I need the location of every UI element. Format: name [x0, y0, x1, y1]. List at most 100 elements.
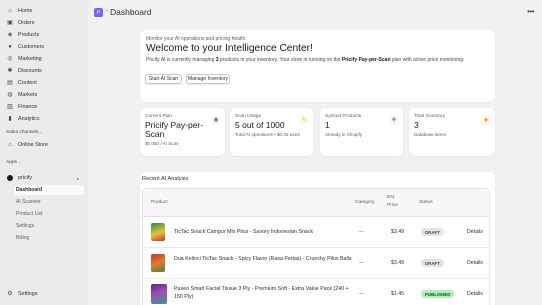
desc-prefix: Pricify AI is currently managing	[146, 57, 216, 63]
nav-label: Online Store	[18, 142, 48, 148]
nav-finance[interactable]: ▥ Finance	[4, 102, 84, 112]
stat-value: Pricify Pay-per-Scan	[145, 120, 204, 139]
nav-products[interactable]: ◈ Products	[4, 30, 84, 40]
app-badge-icon: P	[94, 8, 103, 17]
details-link[interactable]: Details	[467, 291, 483, 297]
nav-label: Settings	[18, 291, 38, 297]
product-category: —	[359, 260, 364, 266]
target-icon: ◎	[7, 56, 13, 62]
manage-inventory-button[interactable]: Manage Inventory	[186, 74, 230, 84]
table-row[interactable]: Dua Kelinci TicTac Snack - Spicy Flavor …	[143, 248, 489, 279]
nav-label: Products	[18, 32, 40, 38]
details-link[interactable]: Details	[467, 260, 483, 266]
lightning-icon: ϟ	[300, 116, 308, 124]
table-header: Product Category Est. Price Status	[143, 189, 489, 217]
nav-content[interactable]: ▤ Content	[4, 78, 84, 88]
pin-icon[interactable]: ▸	[77, 176, 79, 181]
nav-label: Home	[18, 8, 33, 14]
stat-note: Database items	[414, 132, 446, 137]
stat-label: Scan Usage	[235, 114, 262, 119]
nav-label: Markets	[18, 92, 38, 98]
nav-online-store[interactable]: ⌂ Online Store	[4, 140, 84, 150]
nav-label: Marketing	[18, 56, 42, 62]
nav-label: Orders	[18, 20, 35, 26]
nav-label: Finance	[18, 104, 38, 110]
app-icon	[7, 175, 13, 181]
nav-app-pricify[interactable]: pricify ▸	[4, 173, 84, 183]
apps-label: Apps	[6, 160, 17, 165]
nav-customers[interactable]: ● Customers	[4, 42, 84, 52]
welcome-subtitle: Monitor your AI operations and pricing h…	[146, 36, 247, 42]
plan-icon: ◉	[212, 116, 220, 124]
sales-channels-heading[interactable]: Sales channels ›	[6, 130, 42, 135]
chevron-right-icon: ›	[40, 130, 42, 135]
recent-analysis-card: Recent AI Analysis Product Category Est.…	[140, 172, 495, 305]
breadcrumb-chevron-icon: ›	[106, 8, 108, 14]
home-icon: ⌂	[8, 8, 12, 14]
product-thumbnail	[151, 254, 165, 272]
discount-icon: ✱	[7, 68, 13, 74]
desc-mid: products in your inventory. Your store i…	[218, 57, 342, 63]
nav-label: Content	[18, 80, 37, 86]
stat-note: Total AI operations • $0.25 used	[235, 132, 300, 137]
nav-label: Analytics	[18, 116, 40, 122]
details-link[interactable]: Details	[467, 229, 483, 235]
nav-analytics[interactable]: ▮ Analytics	[4, 114, 84, 124]
col-est-price-line2: Price	[387, 203, 398, 208]
stat-value: 3	[414, 120, 419, 130]
sub-item-billing[interactable]: Billing	[14, 233, 84, 243]
start-ai-scan-button[interactable]: Start AI Scan	[145, 74, 182, 84]
puzzle-icon: ✚	[390, 116, 398, 124]
product-name: Paseo Smart Facial Tissue 3 Ply - Premiu…	[174, 286, 349, 300]
desc-plan: Pricify Pay-per-Scan	[341, 57, 391, 63]
stat-note: Already in Shopify	[325, 132, 363, 137]
main-content: P › Dashboard ••• Monitor your AI operat…	[88, 0, 542, 305]
stat-synced-products: Synced Products 1 Already in Shopify ✚	[320, 108, 403, 156]
sub-item-dashboard[interactable]: Dashboard	[14, 185, 84, 195]
page-title: Dashboard	[110, 7, 152, 17]
stat-total-inventory: Total Inventory 3 Database items ◆	[409, 108, 495, 156]
table-row[interactable]: TicTac Snack Campur Mix Pilus - Savory I…	[143, 217, 489, 248]
sub-item-product-list[interactable]: Product List	[14, 209, 84, 219]
bank-icon: ▥	[7, 104, 13, 110]
product-price: $3.49	[391, 229, 404, 235]
col-category: Category	[355, 200, 375, 205]
sub-item-settings[interactable]: Settings	[14, 221, 84, 231]
analysis-table: Product Category Est. Price Status TicTa…	[142, 188, 490, 305]
gear-icon: ⚙	[7, 291, 13, 297]
nav-label: Customers	[18, 44, 45, 50]
col-product: Product	[151, 200, 168, 205]
product-price: $3.49	[391, 260, 404, 266]
tag-icon: ◆	[482, 116, 490, 124]
chevron-right-icon: ›	[18, 160, 21, 165]
stat-label: Current Plan	[145, 114, 172, 119]
recent-analysis-title: Recent AI Analysis	[142, 176, 189, 182]
status-badge: DRAFT	[421, 259, 444, 267]
welcome-headline: Welcome to your Intelligence Center!	[146, 43, 313, 54]
nav-label: Discounts	[18, 68, 42, 74]
stat-current-plan: Current Plan Pricify Pay-per-Scan $0.050…	[140, 108, 225, 156]
nav-markets[interactable]: ◍ Markets	[4, 90, 84, 100]
status-badge: DRAFT	[421, 228, 444, 236]
product-category: —	[359, 291, 364, 297]
table-row[interactable]: Paseo Smart Facial Tissue 3 Ply - Premiu…	[143, 279, 489, 305]
nav-discounts[interactable]: ✱ Discounts	[4, 66, 84, 76]
sub-item-ai-scanner[interactable]: AI Scanner	[14, 197, 84, 207]
welcome-card: Monitor your AI operations and pricing h…	[140, 30, 495, 102]
stat-value: 1	[325, 120, 330, 130]
apps-heading[interactable]: Apps ›	[6, 160, 20, 165]
nav-marketing[interactable]: ◎ Marketing	[4, 54, 84, 64]
stat-scan-usage: Scan Usage 5 out of 1000 Total AI operat…	[230, 108, 313, 156]
stat-value: 5 out of 1000	[235, 120, 285, 130]
product-price: $1.45	[391, 291, 404, 297]
sales-channels-label: Sales channels	[6, 130, 39, 135]
sidebar: ⌂ Home ▣ Orders ◈ Products ● Customers ◎ Mark…	[0, 0, 86, 305]
more-actions-button[interactable]: •••	[527, 7, 534, 16]
product-name: TicTac Snack Campur Mix Pilus - Savory I…	[174, 229, 314, 235]
nav-home[interactable]: ⌂ Home	[4, 6, 84, 16]
nav-settings[interactable]: ⚙ Settings	[4, 289, 84, 299]
product-category: —	[359, 229, 364, 235]
globe-icon: ◍	[7, 92, 13, 98]
nav-orders[interactable]: ▣ Orders	[4, 18, 84, 28]
content-icon: ▤	[7, 80, 13, 86]
